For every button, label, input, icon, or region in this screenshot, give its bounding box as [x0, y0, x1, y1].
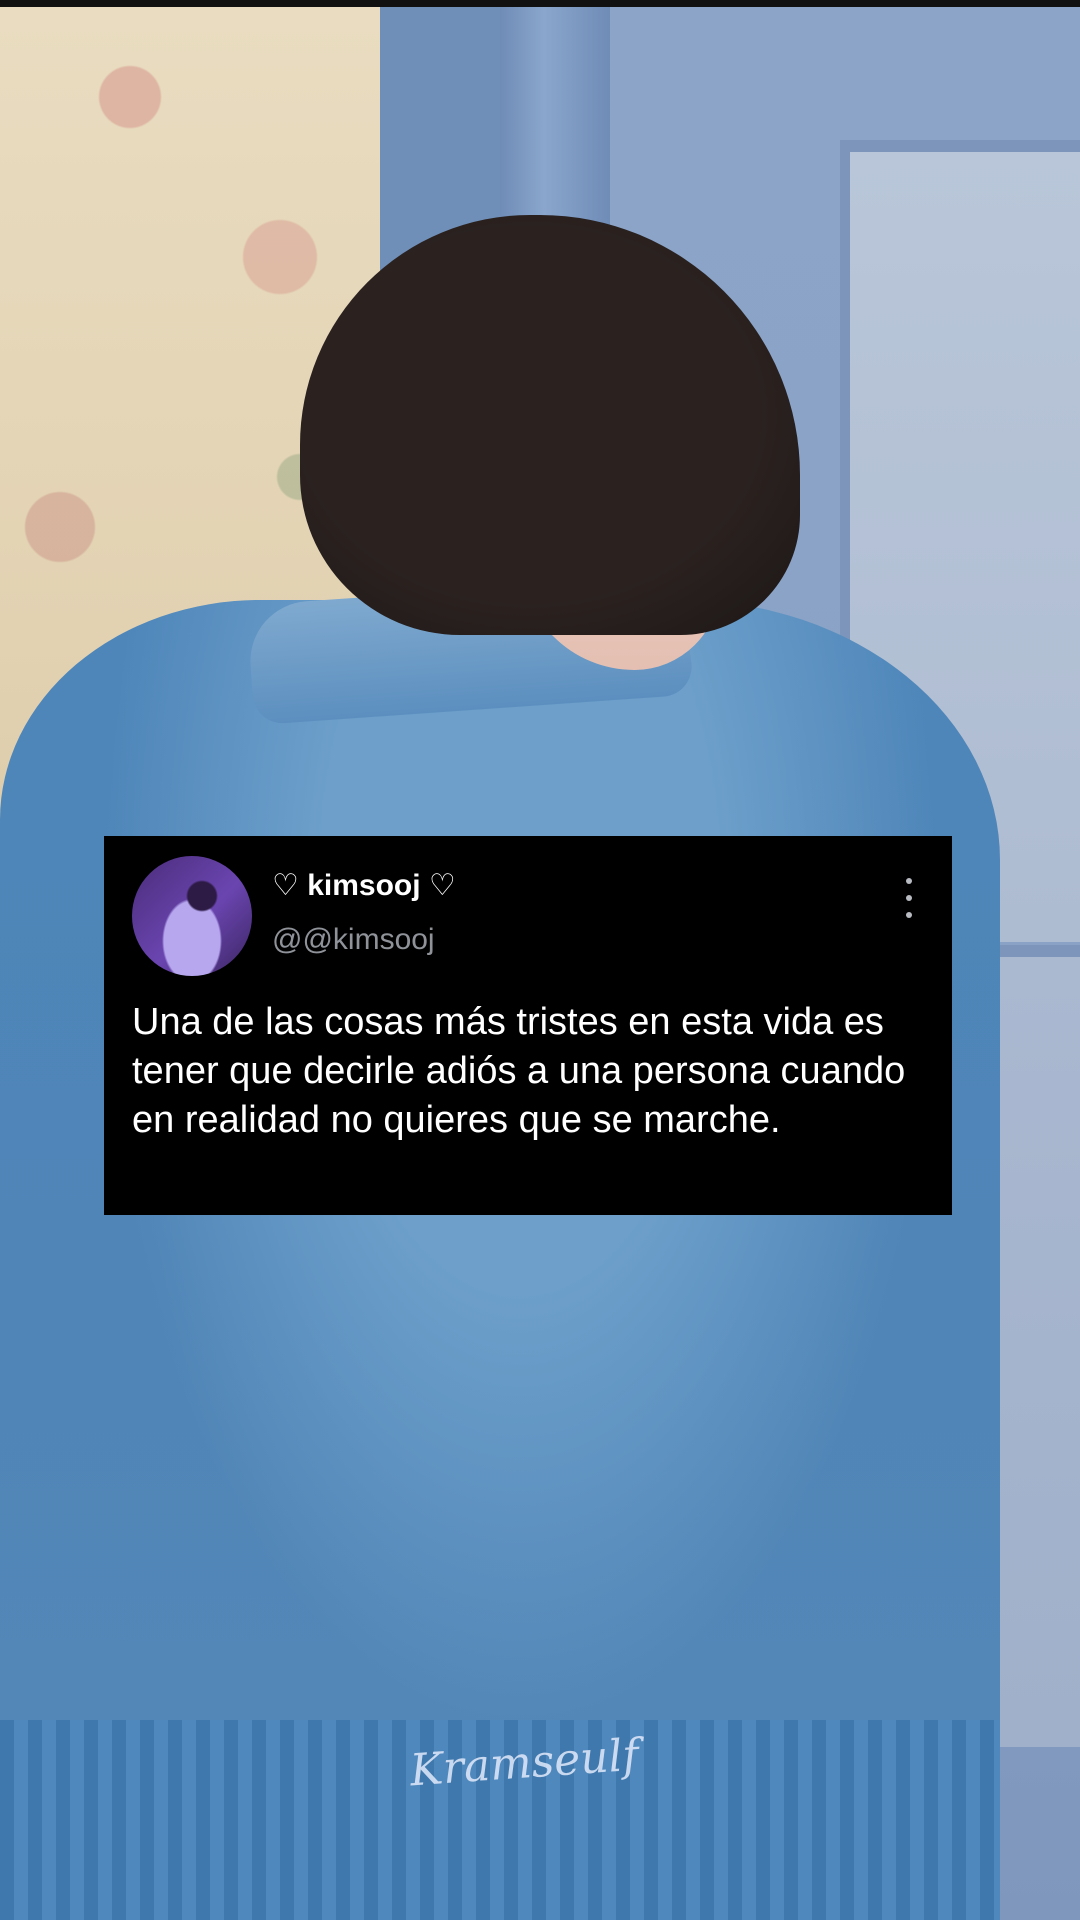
tweet-card: ♡ kimsooj ♡ @@kimsooj Una de las cosas m…: [104, 836, 952, 1215]
top-strip: [0, 0, 1080, 7]
dot: [906, 912, 912, 918]
display-name[interactable]: ♡ kimsooj ♡: [272, 868, 456, 904]
user-handle[interactable]: @@kimsooj: [272, 922, 435, 958]
dot: [906, 878, 912, 884]
dot: [906, 895, 912, 901]
avatar[interactable]: [132, 856, 252, 976]
more-vertical-icon[interactable]: [894, 878, 924, 918]
tweet-text: Una de las cosas más tristes en esta vid…: [132, 1001, 906, 1141]
story-frame: Kramseulf ♡ kimsooj ♡ @@kimsooj Una de l…: [0, 0, 1080, 1920]
